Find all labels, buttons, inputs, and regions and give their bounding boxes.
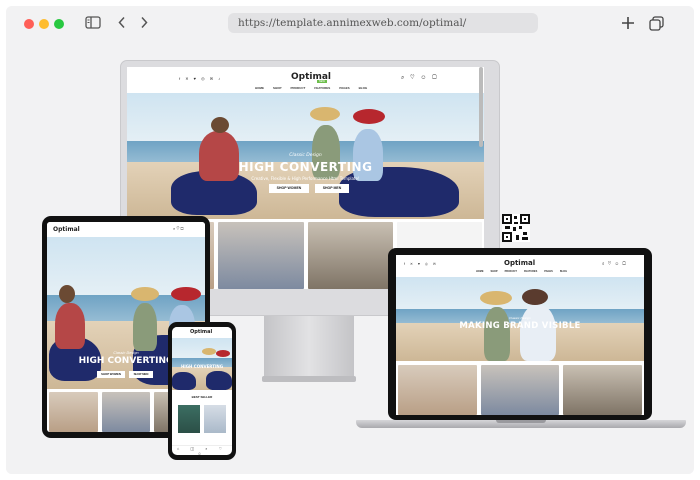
model-man-head [211, 117, 229, 133]
model-woman-1 [133, 303, 157, 351]
phone-mockup: Optimal HIGH CONVERTING BEST SELLER ⌂ ◫ … [168, 322, 236, 460]
phone-section-title: BEST SELLER [191, 395, 213, 399]
product-tile[interactable] [218, 222, 304, 289]
phone-site-screen: Optimal HIGH CONVERTING BEST SELLER ⌂ ◫ … [172, 327, 232, 455]
model-woman-2-head [522, 289, 548, 305]
bean-bag-right [206, 371, 232, 390]
header-action-icons[interactable]: ⌕ ♡ ☺ ▢ [602, 261, 627, 266]
nav-shop[interactable]: SHOP [491, 270, 498, 273]
model-woman-1-hat [131, 287, 159, 301]
nav-pages[interactable]: PAGES [339, 86, 349, 90]
laptop-nav: HOME SHOP PRODUCT FEATURES PAGES BLOG [476, 270, 567, 273]
monitor-stand [264, 316, 354, 378]
tablet-site-header: Optimal ⌕ ♡ ▢ [47, 222, 205, 237]
model-woman-2-hat [171, 287, 201, 301]
forward-icon[interactable] [138, 16, 150, 29]
desktop-hero-kicker: Classic Design [289, 153, 322, 158]
product-tile[interactable] [398, 365, 477, 415]
model-man-head [59, 285, 75, 303]
model-woman-2-hat [216, 350, 230, 357]
phone-product-tile[interactable] [178, 405, 200, 433]
page-content: f ✕ ♥ ◎ ✉ ♪ Optimal HOME SHOP PRODUCT FE… [6, 44, 694, 474]
nav-home[interactable]: HOME [476, 270, 484, 273]
maximize-window-icon[interactable] [54, 19, 64, 29]
bean-bag-left [172, 372, 196, 390]
laptop-notch [496, 420, 546, 423]
phone-hero-title: HIGH CONVERTING [180, 364, 224, 369]
tablet-logo[interactable]: Optimal [53, 226, 80, 233]
sidebar-toggle-icon[interactable] [85, 16, 101, 29]
laptop-logo[interactable]: Optimal [504, 259, 535, 267]
phone-logo[interactable]: Optimal [190, 329, 212, 335]
nav-blog[interactable]: BLOG [359, 86, 368, 90]
nav-pages[interactable]: PAGES [544, 270, 553, 273]
laptop-hero-banner: Classic Design MAKING BRAND VISIBLE [396, 277, 644, 361]
phone-site-header: Optimal [172, 327, 232, 338]
scrollbar[interactable] [479, 67, 483, 147]
back-icon[interactable] [116, 16, 128, 29]
tablet-header-icons[interactable]: ⌕ ♡ ▢ [173, 226, 184, 231]
product-tile[interactable] [563, 365, 643, 415]
nav-product[interactable]: PRODUCT [291, 86, 306, 90]
new-tab-icon[interactable] [621, 16, 635, 30]
desktop-hero-title: HIGH CONVERTING [238, 160, 373, 174]
product-tile[interactable] [307, 222, 393, 289]
model-woman-2 [520, 305, 556, 361]
laptop-hero-kicker: Classic Design [509, 316, 531, 320]
product-tile[interactable] [49, 392, 98, 432]
nav-shop[interactable]: SHOP [273, 86, 282, 90]
minimize-window-icon[interactable] [39, 19, 49, 29]
model-woman-2-hat [353, 109, 385, 124]
laptop-site-header: f ✕ ♥ ◎ ✉ Optimal HOME SHOP PRODUCT FEAT… [396, 255, 644, 277]
product-tile[interactable] [480, 365, 560, 415]
nav-blog[interactable]: BLOG [560, 270, 567, 273]
social-icons[interactable]: f ✕ ♥ ◎ ✉ [404, 262, 438, 266]
laptop-hero-title: MAKING BRAND VISIBLE [459, 321, 581, 331]
shop-women-button[interactable]: SHOP WOMEN [269, 184, 309, 193]
product-tile[interactable] [101, 392, 151, 432]
desktop-hero-banner: Classic Design HIGH CONVERTING Creative,… [127, 93, 484, 219]
model-woman-1-hat [202, 348, 216, 355]
desktop-nav: HOME SHOP PRODUCT FEATURES PAGES BLOG [255, 86, 367, 90]
close-window-icon[interactable] [24, 19, 34, 29]
nav-features[interactable]: FEATURES [524, 270, 537, 273]
tab-overview-icon[interactable] [649, 16, 664, 31]
model-man [55, 303, 85, 349]
address-bar[interactable]: https://template.annimexweb.com/optimal/ [228, 13, 538, 33]
laptop-product-tiles [396, 365, 644, 415]
model-woman-1-hat [310, 107, 340, 121]
model-woman-1-hat [480, 291, 512, 305]
social-icons[interactable]: f ✕ ♥ ◎ ✉ ♪ [179, 76, 222, 81]
desktop-hero-subtitle: Creative, Flexible & High Performance Ht… [251, 176, 360, 181]
browser-window: https://template.annimexweb.com/optimal/… [6, 6, 694, 474]
header-action-icons[interactable]: ⌕ ♡ ☺ ▢ [401, 75, 439, 82]
tablet-shop-women-button[interactable]: SHOP WOMEN [97, 371, 125, 378]
nav-product[interactable]: PRODUCT [505, 270, 517, 273]
browser-toolbar: https://template.annimexweb.com/optimal/ [6, 6, 694, 44]
laptop-site-screen: f ✕ ♥ ◎ ✉ Optimal HOME SHOP PRODUCT FEAT… [396, 255, 644, 415]
desktop-site-header: f ✕ ♥ ◎ ✉ ♪ Optimal HOME SHOP PRODUCT FE… [127, 67, 484, 93]
monitor-foot [262, 376, 356, 382]
phone-hero-banner: HIGH CONVERTING [172, 338, 232, 390]
phone-bottom-nav[interactable]: ⌂ ◫ ⌕ ♡ ☺ [172, 445, 232, 455]
nav-new-badge: NEW [317, 80, 327, 83]
phone-product-tile[interactable] [204, 405, 226, 433]
nav-home[interactable]: HOME [255, 86, 264, 90]
qr-code [502, 214, 530, 242]
tablet-shop-men-button[interactable]: SHOP MEN [129, 371, 153, 378]
nav-features[interactable]: FEATURES [314, 86, 330, 90]
shop-men-button[interactable]: SHOP MEN [315, 184, 349, 193]
